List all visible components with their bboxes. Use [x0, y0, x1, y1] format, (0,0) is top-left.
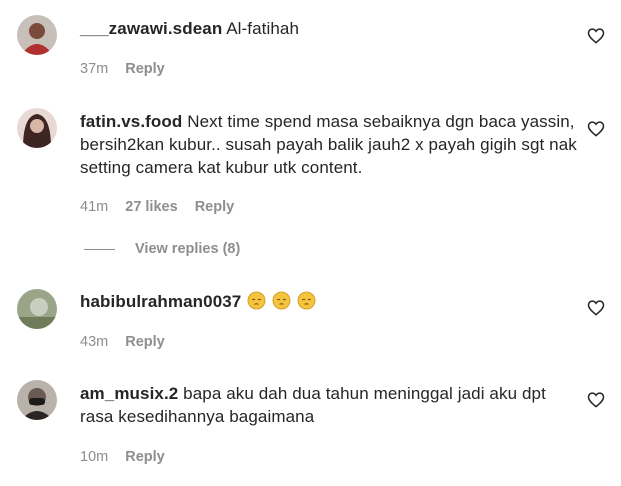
reply-button[interactable]: Reply [125, 334, 165, 350]
divider-line [84, 248, 115, 250]
heart-outline-icon[interactable] [587, 27, 605, 44]
comment-username[interactable]: ___zawawi.sdean [80, 19, 222, 38]
comment-meta: 41m 27 likes Reply [80, 199, 247, 215]
avatar[interactable] [17, 289, 57, 329]
comment-text-block: am_musix.2 bapa aku dah dua tahun mening… [80, 382, 580, 428]
avatar[interactable] [17, 15, 57, 55]
likes-count[interactable]: 27 likes [125, 199, 177, 215]
comment-username[interactable]: am_musix.2 [80, 384, 178, 403]
view-replies-button[interactable]: View replies (8) [84, 241, 240, 257]
pensive-face-icon [272, 291, 291, 310]
comment-text-block: fatin.vs.food Next time spend masa sebai… [80, 110, 580, 179]
comment-time: 41m [80, 199, 109, 215]
comment-meta: 37m Reply [80, 61, 178, 77]
heart-outline-icon[interactable] [587, 391, 605, 408]
comment-body: Al-fatihah [226, 19, 300, 38]
comment-time: 43m [80, 334, 109, 350]
comment-time: 37m [80, 61, 109, 77]
comment-username[interactable]: habibulrahman0037 [80, 292, 241, 311]
pensive-face-icon [247, 291, 266, 310]
avatar[interactable] [17, 108, 57, 148]
heart-outline-icon[interactable] [587, 299, 605, 316]
heart-outline-icon[interactable] [587, 120, 605, 137]
reply-button[interactable]: Reply [125, 61, 165, 77]
comment-meta: 10m Reply [80, 449, 178, 465]
comment-text-block: habibulrahman0037 [80, 290, 580, 313]
reply-button[interactable]: Reply [125, 449, 165, 465]
emoji-group [246, 291, 316, 311]
comment-meta: 43m Reply [80, 334, 178, 350]
pensive-face-icon [297, 291, 316, 310]
comment-text-block: ___zawawi.sdean Al-fatihah [80, 17, 580, 40]
comment-username[interactable]: fatin.vs.food [80, 112, 182, 131]
comment-time: 10m [80, 449, 109, 465]
reply-button[interactable]: Reply [195, 199, 235, 215]
view-replies-label: View replies (8) [135, 241, 241, 257]
avatar[interactable] [17, 380, 57, 420]
